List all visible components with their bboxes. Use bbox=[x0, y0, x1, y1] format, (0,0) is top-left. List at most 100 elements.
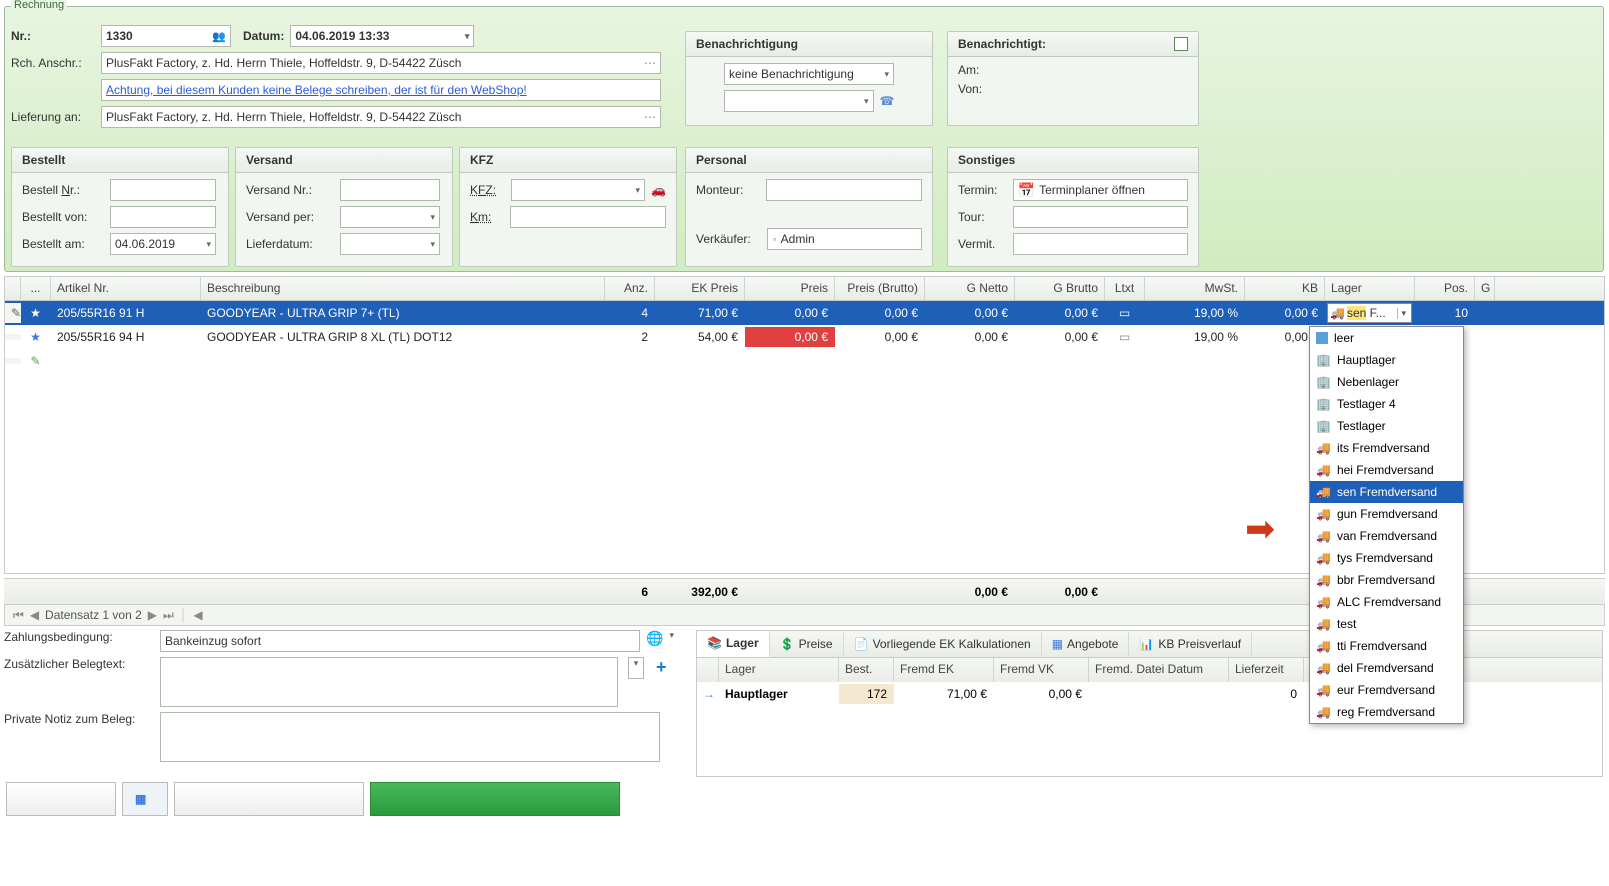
lager-option[interactable]: 🚚tti Fremdversand bbox=[1310, 635, 1463, 657]
subcol-fvk[interactable]: Fremd VK bbox=[994, 658, 1089, 682]
lager-option[interactable]: leer bbox=[1310, 327, 1463, 349]
col-gbrutto[interactable]: G Brutto bbox=[1015, 277, 1105, 300]
col-more[interactable]: ... bbox=[21, 277, 51, 300]
benachrichtigung-input[interactable]: ▾ bbox=[724, 90, 874, 112]
lager-option[interactable]: 🏢Testlager 4 bbox=[1310, 393, 1463, 415]
versand-nr-input[interactable] bbox=[340, 179, 440, 201]
col-kb[interactable]: KB bbox=[1245, 277, 1325, 300]
tab-angebote[interactable]: ▦Angebote bbox=[1042, 632, 1130, 656]
bestellt-am-combo[interactable]: 04.06.2019▾ bbox=[110, 233, 216, 255]
lager-option[interactable]: 🚚tys Fremdversand bbox=[1310, 547, 1463, 569]
lager-option[interactable]: 🚚reg Fremdversand bbox=[1310, 701, 1463, 723]
lager-option[interactable]: 🚚del Fremdversand bbox=[1310, 657, 1463, 679]
lager-option[interactable]: 🚚its Fremdversand bbox=[1310, 437, 1463, 459]
col-indicator[interactable] bbox=[5, 277, 21, 300]
terminplaner-link[interactable]: Terminplaner öffnen bbox=[1039, 183, 1145, 197]
subcol-lager[interactable]: Lager bbox=[719, 658, 839, 682]
col-ek[interactable]: EK Preis bbox=[655, 277, 745, 300]
col-gnetto[interactable]: G Netto bbox=[925, 277, 1015, 300]
verkaufer-field[interactable]: ◦Admin bbox=[767, 228, 922, 250]
lieferung-field[interactable]: PlusFakt Factory, z. Hd. Herrn Thiele, H… bbox=[101, 106, 661, 128]
monteur-input[interactable] bbox=[766, 179, 922, 201]
lager-option[interactable]: 🚚bbr Fremdversand bbox=[1310, 569, 1463, 591]
lager-option[interactable]: 🏢Testlager bbox=[1310, 415, 1463, 437]
pager-first[interactable]: ⏮ bbox=[13, 608, 24, 623]
col-anz[interactable]: Anz. bbox=[605, 277, 655, 300]
globe-icon[interactable]: 🌐 bbox=[646, 630, 663, 647]
lager-option[interactable]: 🏢Hauptlager bbox=[1310, 349, 1463, 371]
subcol-best[interactable]: Best. bbox=[839, 658, 894, 682]
phone-icon[interactable]: ☎ bbox=[880, 94, 895, 108]
folder-icon[interactable]: ▭ bbox=[1119, 330, 1130, 344]
kfz-title: KFZ bbox=[460, 148, 676, 173]
nr-value[interactable]: 1330 👥 bbox=[101, 25, 231, 47]
folder-icon[interactable]: ▭ bbox=[1119, 306, 1130, 320]
lager-option[interactable]: 🏢Nebenlager bbox=[1310, 371, 1463, 393]
chevron-down-icon[interactable]: ▾ bbox=[1397, 308, 1409, 319]
km-input[interactable] bbox=[510, 206, 666, 228]
pager-prev[interactable]: ◀ bbox=[30, 608, 39, 622]
bestellt-title: Bestellt bbox=[12, 148, 228, 173]
col-brutto[interactable]: Preis (Brutto) bbox=[835, 277, 925, 300]
col-ltxt[interactable]: Ltxt bbox=[1105, 277, 1145, 300]
benachrichtigung-select[interactable]: keine Benachrichtigung▾ bbox=[724, 63, 894, 85]
truck-icon: 🚚 bbox=[1316, 485, 1331, 499]
pager-last[interactable]: ⏭ bbox=[163, 608, 174, 623]
vermit-input[interactable] bbox=[1013, 233, 1188, 255]
bestellt-von-input[interactable] bbox=[110, 206, 216, 228]
kfz-combo[interactable]: ▾ bbox=[511, 179, 645, 201]
benachrichtigt-checkbox[interactable] bbox=[1174, 37, 1188, 51]
car-icon[interactable]: 🚗 bbox=[651, 183, 666, 197]
lager-option[interactable]: 🚚eur Fremdversand bbox=[1310, 679, 1463, 701]
pager-scroll-left[interactable]: ◀ bbox=[193, 608, 202, 622]
more-icon[interactable]: ⋯ bbox=[644, 56, 656, 70]
lager-option[interactable]: 🚚gun Fremdversand bbox=[1310, 503, 1463, 525]
subcol-fek[interactable]: Fremd EK bbox=[894, 658, 994, 682]
truck-icon: 🚚 bbox=[1316, 705, 1331, 719]
versand-per-combo[interactable]: ▾ bbox=[340, 206, 440, 228]
lager-option[interactable]: 🚚van Fremdversand bbox=[1310, 525, 1463, 547]
lager-option[interactable]: 🚚ALC Fremdversand bbox=[1310, 591, 1463, 613]
col-artikel[interactable]: Artikel Nr. bbox=[51, 277, 201, 300]
footer-btn-icon[interactable]: ▦ bbox=[122, 782, 168, 816]
zusatztext-input[interactable] bbox=[160, 657, 618, 707]
col-beschreibung[interactable]: Beschreibung bbox=[201, 277, 605, 300]
rch-anschr-field[interactable]: PlusFakt Factory, z. Hd. Herrn Thiele, H… bbox=[101, 52, 661, 74]
col-preis[interactable]: Preis bbox=[745, 277, 835, 300]
list-icon: ▦ bbox=[1052, 637, 1063, 651]
building-icon: 🏢 bbox=[1316, 419, 1331, 433]
subgrid-row[interactable]: → Hauptlager 172 71,00 € 0,00 € 0 bbox=[697, 682, 1602, 706]
lager-option[interactable]: 🚚hei Fremdversand bbox=[1310, 459, 1463, 481]
contacts-icon[interactable]: 👥 bbox=[212, 30, 226, 43]
termin-link-field[interactable]: 📅 Terminplaner öffnen bbox=[1013, 179, 1188, 201]
lieferdatum-combo[interactable]: ▾ bbox=[340, 233, 440, 255]
tab-kb[interactable]: 📊KB Preisverlauf bbox=[1129, 632, 1252, 656]
lager-option[interactable]: 🚚sen Fremdversand bbox=[1310, 481, 1463, 503]
tab-lager[interactable]: 📚Lager bbox=[697, 631, 770, 657]
col-mwst[interactable]: MwSt. bbox=[1145, 277, 1245, 300]
footer-btn-1[interactable] bbox=[6, 782, 116, 816]
datum-combo[interactable]: 04.06.2019 13:33▾ bbox=[290, 25, 474, 47]
subcol-datum[interactable]: Fremd. Datei Datum bbox=[1089, 658, 1229, 682]
col-lager[interactable]: Lager bbox=[1325, 277, 1415, 300]
pager-next[interactable]: ▶ bbox=[148, 608, 157, 622]
tour-input[interactable] bbox=[1013, 206, 1188, 228]
col-g[interactable]: G bbox=[1475, 277, 1495, 300]
subcol-lz[interactable]: Lieferzeit bbox=[1229, 658, 1304, 682]
zahlungsbedingung-field[interactable]: Bankeinzug sofort bbox=[160, 630, 640, 652]
footer-btn-green[interactable] bbox=[370, 782, 620, 816]
footer-btn-2[interactable] bbox=[174, 782, 364, 816]
chevron-down-icon[interactable]: ▾ bbox=[669, 630, 674, 641]
col-pos[interactable]: Pos. bbox=[1415, 277, 1475, 300]
tab-preise[interactable]: 💲Preise bbox=[770, 632, 844, 656]
lager-cell-dropdown[interactable]: 🚚 sen F... ▾ bbox=[1327, 303, 1412, 323]
bestell-nr-input[interactable] bbox=[110, 179, 216, 201]
tab-vorliegende[interactable]: 📄Vorliegende EK Kalkulationen bbox=[844, 632, 1042, 656]
more-icon-2[interactable]: ⋯ bbox=[644, 110, 656, 124]
privatenotiz-input[interactable] bbox=[160, 712, 660, 762]
add-button[interactable]: + bbox=[650, 657, 673, 678]
textarea-dropdown[interactable]: ▾ bbox=[628, 657, 644, 679]
table-row[interactable]: ✎ ★ 205/55R16 91 H GOODYEAR - ULTRA GRIP… bbox=[5, 301, 1604, 325]
lager-option[interactable]: 🚚test bbox=[1310, 613, 1463, 635]
warning-link[interactable]: Achtung, bei diesem Kunden keine Belege … bbox=[106, 83, 527, 97]
